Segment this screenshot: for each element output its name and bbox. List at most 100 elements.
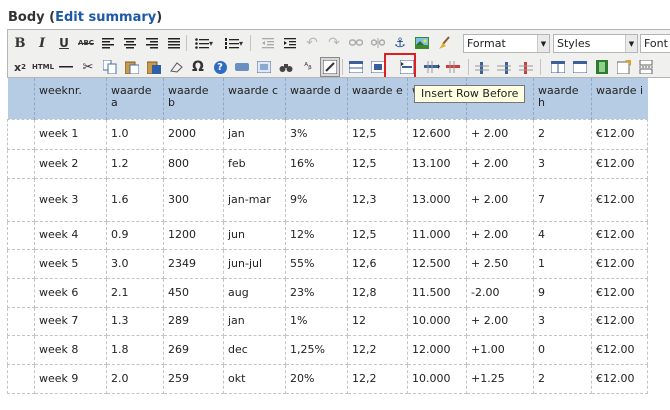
spellcheck-button[interactable]: ᴬᵦ bbox=[298, 57, 318, 77]
align-right-button[interactable] bbox=[142, 33, 162, 53]
table-cell[interactable]: €12.00 bbox=[591, 248, 648, 279]
table-cell[interactable] bbox=[7, 177, 35, 222]
italic-button[interactable]: I bbox=[32, 33, 52, 53]
table-row[interactable]: week 4 0.9 1200 jun 12% 12,5 11.000 + 2.00 4 €12.… bbox=[7, 220, 648, 250]
table-cell[interactable]: 3 bbox=[533, 306, 592, 336]
table-cell[interactable]: + 2.00 bbox=[466, 118, 534, 150]
table-cell[interactable]: 12% bbox=[285, 220, 348, 250]
table-cell[interactable]: 800 bbox=[163, 148, 224, 179]
table-row[interactable]: week 2 1.2 800 feb 16% 12,5 13.100 + 2.00 3 €12.0… bbox=[7, 148, 648, 179]
justify-button[interactable] bbox=[164, 33, 184, 53]
table-header-cell[interactable]: weeknr. bbox=[34, 78, 107, 119]
table-cell[interactable] bbox=[7, 220, 35, 250]
table-header-cell[interactable]: waarde d bbox=[285, 78, 348, 119]
table-cell[interactable]: 11.500 bbox=[407, 277, 467, 308]
strikethrough-button[interactable]: ABC bbox=[76, 33, 96, 53]
table-cell[interactable] bbox=[7, 363, 35, 394]
table-cell[interactable]: 1% bbox=[285, 306, 348, 336]
remove-format-button[interactable] bbox=[166, 57, 186, 77]
link-button[interactable] bbox=[346, 33, 366, 53]
table-cell[interactable]: okt bbox=[223, 363, 286, 394]
table-cell[interactable]: €12.00 bbox=[591, 363, 648, 394]
indent-button[interactable] bbox=[280, 33, 300, 53]
table-cell[interactable]: 7 bbox=[533, 177, 592, 222]
page-break-button[interactable] bbox=[636, 57, 656, 77]
table-cell[interactable]: week 2 bbox=[34, 148, 107, 179]
table-cell[interactable]: 10.000 bbox=[407, 306, 467, 336]
table-cell[interactable]: 55% bbox=[285, 248, 348, 279]
html-source-button[interactable]: HTML bbox=[32, 57, 54, 77]
delete-row-button[interactable] bbox=[444, 57, 464, 77]
insert-layer-button[interactable] bbox=[614, 57, 634, 77]
table-cell[interactable]: 2349 bbox=[163, 248, 224, 279]
table-cell[interactable]: 11.000 bbox=[407, 220, 467, 250]
table-cell[interactable]: 4 bbox=[533, 220, 592, 250]
table-cell[interactable]: €12.00 bbox=[591, 148, 648, 179]
table-cell[interactable]: 20% bbox=[285, 363, 348, 394]
bullet-list-button[interactable]: ▾ bbox=[190, 33, 218, 53]
bullet-list-arrow-icon[interactable]: ▾ bbox=[209, 39, 213, 48]
table-cell[interactable]: +1.00 bbox=[466, 334, 534, 365]
table-cell[interactable]: 16% bbox=[285, 148, 348, 179]
styles-dropdown-arrow-icon[interactable]: ▼ bbox=[625, 35, 637, 52]
table-cell[interactable]: aug bbox=[223, 277, 286, 308]
table-row[interactable]: week 9 2.0 259 okt 20% 12,2 10.000 +1.25 2 €12.00 bbox=[7, 363, 648, 394]
unlink-button[interactable] bbox=[368, 33, 388, 53]
table-cell[interactable]: 2.1 bbox=[106, 277, 164, 308]
table-cell[interactable]: 13.000 bbox=[407, 177, 467, 222]
table-row[interactable]: week 7 1.3 289 jan 1% 12 10.000 + 2.00 3 €12.00 bbox=[7, 306, 648, 336]
table-cell[interactable]: 259 bbox=[163, 363, 224, 394]
table-cell[interactable]: 12.500 bbox=[407, 248, 467, 279]
horizontal-rule-button[interactable] bbox=[56, 57, 76, 77]
copy-button[interactable] bbox=[100, 57, 120, 77]
undo-button[interactable]: ↶ bbox=[302, 33, 322, 53]
table-cell[interactable]: jun bbox=[223, 220, 286, 250]
table-cell[interactable]: 12.000 bbox=[407, 334, 467, 365]
table-cell[interactable]: 23% bbox=[285, 277, 348, 308]
table-cell[interactable]: + 2.00 bbox=[466, 220, 534, 250]
table-cell[interactable]: €12.00 bbox=[591, 306, 648, 336]
table-cell[interactable]: 13.100 bbox=[407, 148, 467, 179]
table-cell[interactable]: -2.00 bbox=[466, 277, 534, 308]
film-button[interactable] bbox=[592, 57, 612, 77]
table-cell[interactable]: week 5 bbox=[34, 248, 107, 279]
table-cell[interactable]: €12.00 bbox=[591, 220, 648, 250]
insert-row-after-button[interactable] bbox=[422, 57, 442, 77]
table-cell[interactable]: 269 bbox=[163, 334, 224, 365]
image-button[interactable] bbox=[412, 33, 432, 53]
bold-button[interactable]: B bbox=[10, 33, 30, 53]
table-cell[interactable]: 12,5 bbox=[347, 118, 408, 150]
table-cell[interactable]: jun-jul bbox=[223, 248, 286, 279]
table-cell[interactable]: 12,8 bbox=[347, 277, 408, 308]
table-cell[interactable] bbox=[7, 334, 35, 365]
table-header-cell[interactable]: waarde b bbox=[163, 78, 224, 119]
template-button[interactable] bbox=[254, 57, 274, 77]
table-cell[interactable]: 10.000 bbox=[407, 363, 467, 394]
table-header-cell[interactable]: waarde e bbox=[347, 78, 408, 119]
table-cell[interactable] bbox=[7, 306, 35, 336]
table-cell[interactable]: €12.00 bbox=[591, 118, 648, 150]
paste-button[interactable] bbox=[122, 57, 142, 77]
table-header-cell[interactable]: waarde c bbox=[223, 78, 286, 119]
table-cell[interactable]: 1.8 bbox=[106, 334, 164, 365]
table-cell[interactable]: jan bbox=[223, 118, 286, 150]
table-cell[interactable]: €12.00 bbox=[591, 334, 648, 365]
table-cell[interactable]: 1 bbox=[533, 248, 592, 279]
table-cell[interactable]: 2.0 bbox=[106, 363, 164, 394]
table-cell[interactable]: 2 bbox=[533, 363, 592, 394]
table-row[interactable]: week 6 2.1 450 aug 23% 12,8 11.500 -2.00 9 €12.00 bbox=[7, 277, 648, 308]
table-cell[interactable]: 300 bbox=[163, 177, 224, 222]
table-cell[interactable]: + 2.00 bbox=[466, 306, 534, 336]
table-cell[interactable] bbox=[7, 148, 35, 179]
underline-button[interactable]: U bbox=[54, 33, 74, 53]
table-cell[interactable]: 12,5 bbox=[347, 220, 408, 250]
insert-col-after-button[interactable] bbox=[494, 57, 514, 77]
table-header-cell[interactable] bbox=[7, 78, 35, 119]
align-left-button[interactable] bbox=[98, 33, 118, 53]
table-row[interactable]: week 8 1.8 269 dec 1,25% 12,2 12.000 +1.00 0 €12.… bbox=[7, 334, 648, 365]
table-cell[interactable]: 3 bbox=[533, 148, 592, 179]
table-cell[interactable]: 3% bbox=[285, 118, 348, 150]
split-cells-button[interactable] bbox=[548, 57, 568, 77]
table-cell[interactable]: + 2.50 bbox=[466, 248, 534, 279]
table-cell[interactable]: week 4 bbox=[34, 220, 107, 250]
